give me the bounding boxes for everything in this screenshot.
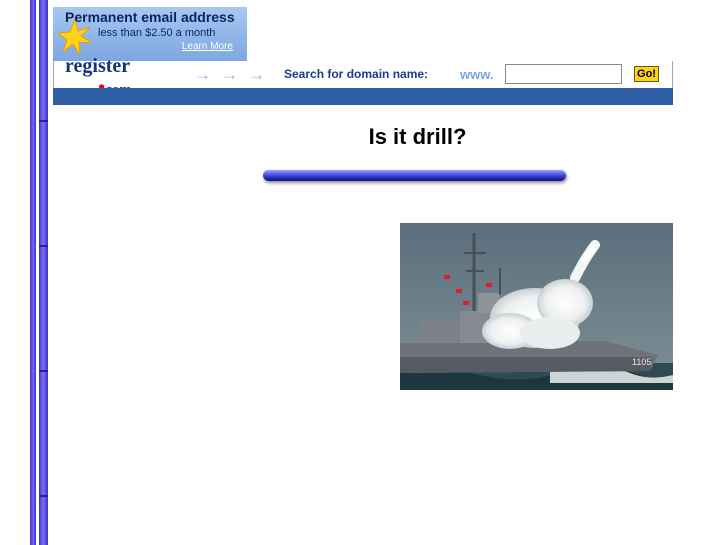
promo-panel[interactable]: Permanent email address less than $2.50 … [53,7,247,61]
promo-subtitle: less than $2.50 a month [98,27,216,39]
page-title: Is it drill? [368,124,467,149]
promo-title: Permanent email address [65,9,235,25]
learn-more-link[interactable]: Learn More [182,41,233,52]
left-border-tick [39,370,48,372]
ship-missile-photo: 1105 [400,223,673,390]
search-label: Search for domain name: [284,67,429,81]
left-border-tick [39,495,48,497]
arrows-icon: →→→ [194,65,275,84]
left-border-strip [39,0,48,545]
logo-text: register [65,55,131,77]
left-border-decoration [30,0,50,545]
banner-bottom-band [53,88,673,105]
horizontal-divider [263,170,566,181]
www-prefix: www. [460,67,494,82]
register-banner-ad[interactable]: Permanent email address less than $2.50 … [53,7,673,105]
register-logo[interactable]: register [65,55,130,78]
left-border-tick [39,245,48,247]
domain-search-input[interactable] [505,64,622,84]
left-border-tick [39,120,48,122]
left-border-strip [30,0,36,545]
hull-number: 1105 [632,357,651,367]
go-button[interactable]: Go! [634,66,659,82]
search-bar: register •com →→→ Search for domain name… [53,55,673,99]
